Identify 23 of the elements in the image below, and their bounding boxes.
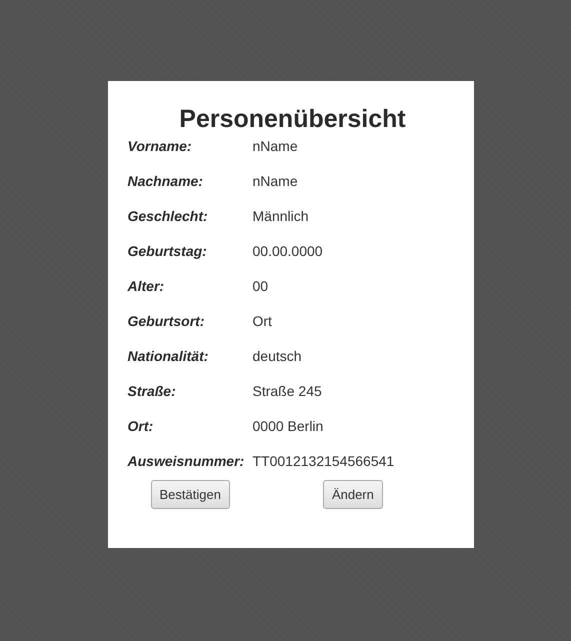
field-label: Vorname: [128,137,193,155]
field-value: 00.00.0000 [252,242,324,260]
field-label: Geschlecht: [128,207,209,225]
field-value: nName [252,172,299,190]
field-label: Nachname: [128,172,204,190]
field-value: TT0012132154566541 [252,452,396,470]
edit-button[interactable]: Ändern [322,480,383,509]
field-label: Geburtstag: [128,242,208,260]
confirm-button[interactable]: Bestätigen [150,480,230,509]
field-label: Alter: [128,277,166,295]
field-value: nName [252,137,299,155]
page-title: Personenübersicht [178,104,407,135]
field-value: 00 [252,277,270,295]
field-value: Männlich [252,207,310,225]
field-value: Ort [252,312,273,330]
field-value: deutsch [252,347,303,365]
field-label: Nationalität: [128,347,210,365]
field-value: 0000 Berlin [252,417,324,435]
field-label: Ort: [128,417,154,435]
field-label: Straße: [128,382,177,400]
field-value: Straße 245 [252,382,323,400]
field-label: Geburtsort: [128,312,206,330]
field-label: Ausweisnummer: [128,452,246,470]
